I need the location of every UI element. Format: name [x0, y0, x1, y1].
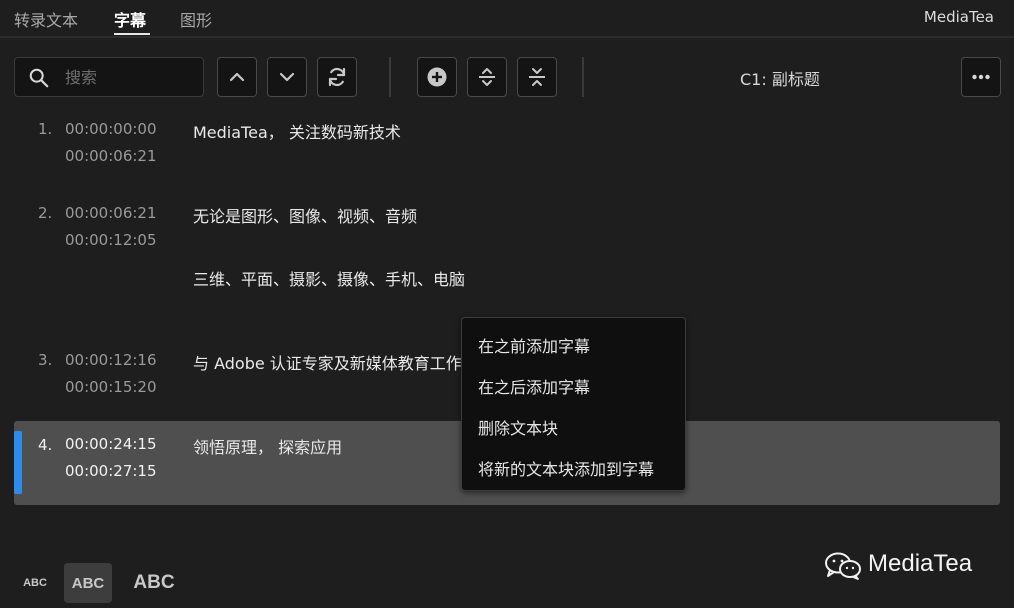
caption-text[interactable]: 与 Adobe 认证专家及新媒体教育工作者: [193, 350, 478, 374]
caption-number: 1.: [38, 120, 53, 138]
selection-indicator: [14, 431, 22, 494]
caption-number: 2.: [38, 204, 53, 222]
caption-end-time: 00:00:12:05: [65, 231, 157, 249]
more-options-button[interactable]: [961, 57, 1001, 97]
search-icon: [29, 68, 49, 88]
caption-text[interactable]: 领悟原理， 探索应用: [193, 434, 342, 458]
chevron-up-icon: [229, 72, 245, 82]
chevron-down-icon: [279, 72, 295, 82]
caption-start-time: 00:00:12:16: [65, 351, 157, 369]
merge-icon: [529, 68, 545, 86]
split-icon: [479, 68, 495, 86]
watermark-text: MediaTea: [868, 550, 973, 577]
search-input[interactable]: [65, 64, 183, 90]
toolbar-divider: [582, 57, 584, 97]
caption-start-time: 00:00:06:21: [65, 204, 157, 222]
tab-transcript[interactable]: 转录文本: [14, 7, 78, 31]
refresh-icon: [328, 67, 346, 87]
tab-graphics[interactable]: 图形: [180, 7, 212, 31]
context-menu: 在之前添加字幕 在之后添加字幕 删除文本块 将新的文本块添加到字幕: [461, 317, 686, 491]
more-icon: [972, 74, 990, 80]
toolbar-divider: [389, 57, 391, 97]
merge-captions-button[interactable]: [517, 57, 557, 97]
text-size-medium-button[interactable]: ABC: [64, 563, 112, 603]
split-caption-button[interactable]: [467, 57, 507, 97]
menu-item-add-new-block[interactable]: 将新的文本块添加到字幕: [478, 456, 654, 480]
add-circle-icon: [427, 67, 447, 87]
brand-label: MediaTea: [923, 8, 994, 26]
caption-row[interactable]: 1. 00:00:00:00 00:00:06:21 MediaTea， 关注数…: [14, 116, 1000, 186]
menu-item-delete-block[interactable]: 删除文本块: [478, 415, 558, 439]
wechat-icon: [825, 552, 861, 580]
tab-captions[interactable]: 字幕: [114, 7, 146, 31]
caption-number: 4.: [38, 436, 53, 454]
active-tab-underline: [114, 33, 150, 35]
menu-item-add-after[interactable]: 在之后添加字幕: [478, 374, 590, 398]
caption-text[interactable]: 无论是图形、图像、视频、音频: [193, 203, 417, 227]
watermark: MediaTea: [824, 548, 984, 584]
caption-start-time: 00:00:00:00: [65, 120, 157, 138]
caption-row[interactable]: 2. 00:00:06:21 00:00:12:05 无论是图形、图像、视频、音…: [14, 200, 1000, 310]
text-size-large-button[interactable]: ABC: [126, 563, 182, 603]
caption-text[interactable]: MediaTea， 关注数码新技术: [193, 119, 401, 143]
caption-track-label: C1: 副标题: [740, 70, 820, 89]
add-caption-button[interactable]: [417, 57, 457, 97]
search-box[interactable]: [14, 57, 204, 97]
caption-end-time: 00:00:15:20: [65, 378, 157, 396]
menu-item-add-before[interactable]: 在之前添加字幕: [478, 333, 590, 357]
previous-button[interactable]: [217, 57, 257, 97]
caption-text-line-2[interactable]: 三维、平面、摄影、摄像、手机、电脑: [193, 266, 465, 290]
replace-button[interactable]: [317, 57, 357, 97]
caption-end-time: 00:00:27:15: [65, 462, 157, 480]
next-button[interactable]: [267, 57, 307, 97]
text-size-small-button[interactable]: ABC: [14, 563, 56, 603]
caption-number: 3.: [38, 351, 53, 369]
panel-tab-bar: 转录文本 字幕 图形 MediaTea: [0, 0, 1014, 38]
caption-end-time: 00:00:06:21: [65, 147, 157, 165]
caption-start-time: 00:00:24:15: [65, 435, 157, 453]
